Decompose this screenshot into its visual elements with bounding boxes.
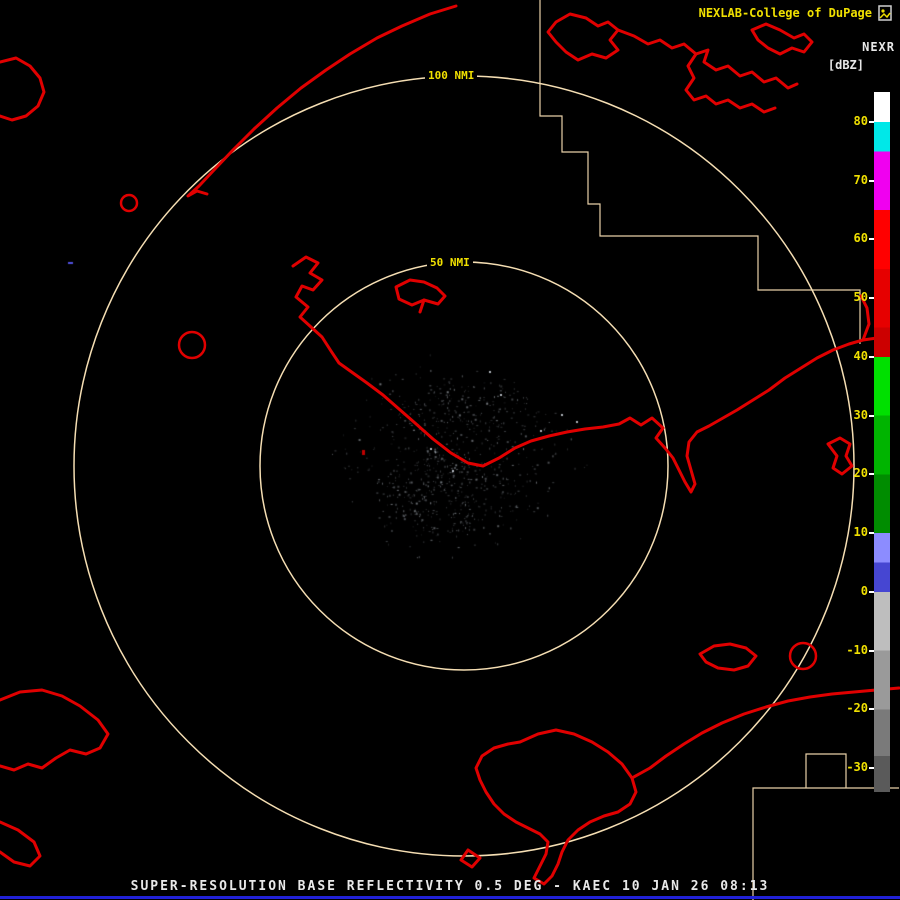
colorbar-tick-70: 70	[830, 173, 868, 187]
colorbar-tickmark	[869, 121, 874, 123]
island-ring	[179, 332, 205, 358]
coastline-segment	[293, 257, 877, 492]
coastline-segment	[686, 54, 775, 112]
colorbar-tickmark	[869, 238, 874, 240]
coastline-segment	[548, 14, 618, 60]
colorbar-tick--30: -30	[830, 760, 868, 774]
footer-status: SUPER-RESOLUTION BASE REFLECTIVITY 0.5 D…	[0, 879, 900, 894]
colorbar-tick-10: 10	[830, 525, 868, 539]
colorbar-tickmark	[869, 650, 874, 652]
units-label: [dBZ]	[828, 58, 864, 72]
range-ring-label-100: 100 NMI	[425, 68, 477, 83]
range-ring-50nmi	[260, 262, 668, 670]
coastline-segment	[188, 6, 456, 196]
colorbar-tickmark	[869, 415, 874, 417]
colorbar-tick--20: -20	[830, 701, 868, 715]
colorbar-tickmark	[869, 767, 874, 769]
coastline-segment	[618, 30, 797, 88]
colorbar-gradient	[874, 92, 890, 792]
broken-image-icon	[878, 5, 892, 21]
island-ring	[121, 195, 137, 211]
colorbar-tick-50: 50	[830, 290, 868, 304]
coastline-segment	[0, 822, 40, 866]
coastline-segment	[476, 730, 636, 884]
colorbar-tick-60: 60	[830, 231, 868, 245]
coastline-segment	[0, 690, 108, 770]
coastline-segment	[752, 24, 812, 54]
colorbar-tickmark	[869, 297, 874, 299]
product-label: NEXR	[862, 40, 895, 54]
bottom-divider	[0, 896, 900, 899]
colorbar-tickmark	[869, 591, 874, 593]
brand-title: NEXLAB-College of DuPage	[699, 6, 872, 20]
colorbar-tickmark	[869, 532, 874, 534]
map-layer	[0, 0, 900, 900]
radar-display: 100 NMI 50 NMI NEXLAB-College of DuPage …	[0, 0, 900, 900]
colorbar-tickmark	[869, 473, 874, 475]
colorbar-tickmark	[869, 356, 874, 358]
coastline-segment	[461, 850, 480, 867]
colorbar-tick-0: 0	[830, 584, 868, 598]
colorbar-tick-30: 30	[830, 408, 868, 422]
island-ring	[790, 643, 816, 669]
colorbar-tick-20: 20	[830, 466, 868, 480]
colorbar-tick--10: -10	[830, 643, 868, 657]
colorbar-tickmark	[869, 708, 874, 710]
coastline-segment	[700, 644, 756, 670]
colorbar-tickmark	[869, 180, 874, 182]
colorbar-tick-40: 40	[830, 349, 868, 363]
coastlines	[0, 6, 899, 884]
colorbar-tick-80: 80	[830, 114, 868, 128]
coastline-segment	[0, 58, 44, 120]
coastline-segment	[396, 280, 445, 305]
range-ring-label-50: 50 NMI	[427, 255, 473, 270]
